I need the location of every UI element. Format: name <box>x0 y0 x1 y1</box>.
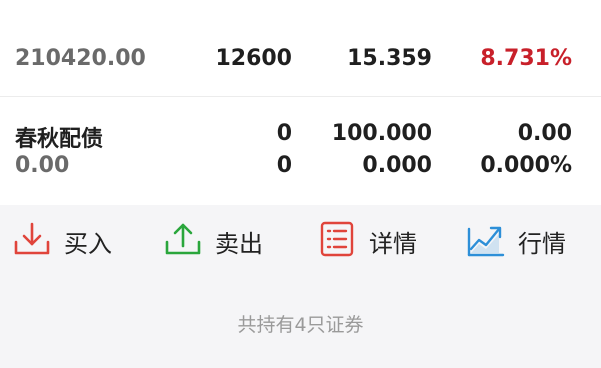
details-button[interactable]: 详情 <box>317 219 417 263</box>
position-summary-row[interactable]: 210420.00 12600 15.359 8.731% <box>0 0 601 97</box>
available-quantity: 0 <box>276 153 292 178</box>
holding-profit-ratio: 0.000% <box>480 153 572 178</box>
holding-market-value: 0.00 <box>15 153 70 178</box>
holding-price: 100.000 <box>331 121 432 146</box>
current-price: 0.000 <box>362 153 432 178</box>
holding-count-summary: 共持有4只证券 <box>237 314 364 336</box>
profit-ratio: 8.731% <box>480 46 572 71</box>
trend-chart-icon <box>466 219 506 263</box>
buy-label: 买入 <box>64 229 112 258</box>
market-quote-button[interactable]: 行情 <box>466 219 566 263</box>
security-name: 春秋配债 <box>15 127 104 152</box>
market-value: 210420.00 <box>15 46 146 71</box>
holding-row[interactable]: 春秋配债 0 100.000 0.00 0.00 0 0.000 0.000% <box>0 97 601 205</box>
market-quote-label: 行情 <box>518 229 566 258</box>
buy-button[interactable]: 买入 <box>12 219 112 263</box>
holding-quantity: 0 <box>276 121 292 146</box>
sell-label: 卖出 <box>215 229 263 258</box>
holding-profit: 0.00 <box>517 121 572 146</box>
cost-price: 15.359 <box>347 46 432 71</box>
sell-button[interactable]: 卖出 <box>163 219 263 263</box>
action-bar: 买入 卖出 详情 行情 <box>0 205 601 277</box>
details-label: 详情 <box>369 229 417 258</box>
quantity: 12600 <box>215 46 292 71</box>
download-icon <box>12 219 52 263</box>
upload-icon <box>163 219 203 263</box>
list-icon <box>317 219 357 263</box>
